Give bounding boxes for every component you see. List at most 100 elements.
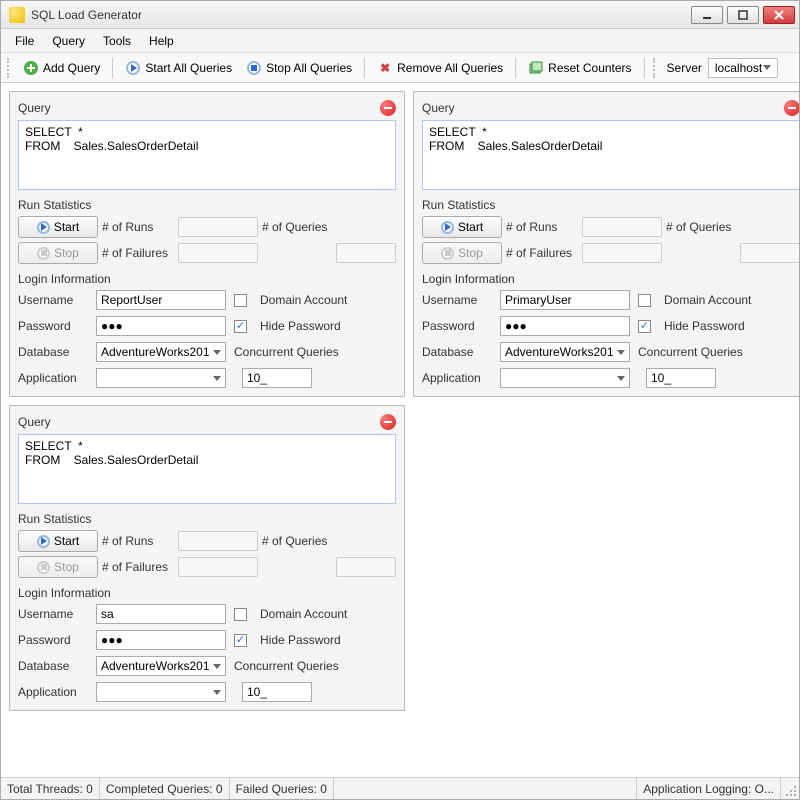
maximize-button[interactable] [727, 6, 759, 24]
concurrent-queries-field[interactable] [646, 368, 716, 388]
stop-button-label: Stop [54, 560, 79, 574]
menu-help[interactable]: Help [149, 34, 174, 48]
menubar: File Query Tools Help [1, 29, 799, 53]
application-label: Application [18, 371, 88, 385]
database-combo[interactable]: AdventureWorks201 [500, 342, 630, 362]
num-queries-readout [336, 557, 396, 577]
status-failed: Failed Queries: 0 [230, 778, 334, 799]
server-value: localhost [715, 61, 762, 75]
status-total-threads: Total Threads: 0 [1, 778, 100, 799]
play-icon [37, 535, 50, 548]
panels-container: Query SELECT * FROM Sales.SalesOrderDeta… [1, 83, 799, 719]
domain-account-checkbox[interactable] [234, 294, 247, 307]
domain-account-checkbox[interactable] [234, 608, 247, 621]
domain-account-checkbox[interactable] [638, 294, 651, 307]
application-combo[interactable] [96, 682, 226, 702]
concurrent-queries-label: Concurrent Queries [638, 345, 743, 359]
application-label: Application [422, 371, 492, 385]
hide-password-label: Hide Password [664, 319, 799, 333]
chevron-down-icon [617, 350, 625, 355]
num-queries-label: # of Queries [262, 220, 332, 234]
stop-icon [37, 561, 50, 574]
stop-all-label: Stop All Queries [266, 61, 352, 75]
application-combo[interactable] [96, 368, 226, 388]
login-information-label: Login Information [422, 272, 799, 286]
add-query-label: Add Query [43, 61, 100, 75]
remove-panel-button[interactable] [380, 414, 396, 430]
query-panel-title: Query [18, 101, 51, 115]
close-button[interactable] [763, 6, 795, 24]
status-completed: Completed Queries: 0 [100, 778, 230, 799]
stop-button[interactable]: Stop [422, 242, 502, 264]
menu-file[interactable]: File [15, 34, 34, 48]
sql-textarea[interactable]: SELECT * FROM Sales.SalesOrderDetail [18, 434, 396, 504]
num-runs-label: # of Runs [506, 220, 578, 234]
reset-icon [528, 60, 544, 76]
password-field[interactable] [96, 630, 226, 650]
server-combo[interactable]: localhost [708, 58, 778, 78]
toolbar-separator [644, 58, 645, 78]
toolbar-separator [112, 58, 113, 78]
concurrent-queries-field[interactable] [242, 682, 312, 702]
minimize-icon [701, 10, 713, 20]
workspace: Query SELECT * FROM Sales.SalesOrderDeta… [1, 83, 799, 777]
num-failures-label: # of Failures [102, 560, 174, 574]
window: SQL Load Generator File Query Tools Help [0, 0, 800, 800]
username-field[interactable] [500, 290, 630, 310]
username-label: Username [422, 293, 492, 307]
application-label: Application [18, 685, 88, 699]
maximize-icon [737, 10, 749, 20]
stop-button[interactable]: Stop [18, 242, 98, 264]
concurrent-queries-field[interactable] [242, 368, 312, 388]
login-information-label: Login Information [18, 272, 396, 286]
stop-all-button[interactable]: Stop All Queries [242, 58, 356, 78]
start-button[interactable]: Start [18, 216, 98, 238]
minus-icon [384, 107, 392, 109]
menu-query[interactable]: Query [52, 34, 85, 48]
reset-counters-button[interactable]: Reset Counters [524, 58, 635, 78]
minimize-button[interactable] [691, 6, 723, 24]
play-icon [441, 221, 454, 234]
remove-panel-button[interactable] [380, 100, 396, 116]
stop-button[interactable]: Stop [18, 556, 98, 578]
resize-grip[interactable] [781, 778, 799, 799]
database-value: AdventureWorks201 [505, 345, 614, 359]
start-all-button[interactable]: Start All Queries [121, 58, 236, 78]
stop-button-label: Stop [54, 246, 79, 260]
password-field[interactable] [500, 316, 630, 336]
password-label: Password [18, 319, 88, 333]
database-combo[interactable]: AdventureWorks201 [96, 656, 226, 676]
chevron-down-icon [213, 664, 221, 669]
username-field[interactable] [96, 604, 226, 624]
add-query-button[interactable]: Add Query [19, 58, 104, 78]
start-button[interactable]: Start [18, 530, 98, 552]
menu-tools[interactable]: Tools [103, 34, 131, 48]
stop-icon [441, 247, 454, 260]
username-field[interactable] [96, 290, 226, 310]
chevron-down-icon [213, 350, 221, 355]
chevron-down-icon [213, 690, 221, 695]
remove-all-button[interactable]: ✖ Remove All Queries [373, 58, 507, 78]
database-combo[interactable]: AdventureWorks201 [96, 342, 226, 362]
num-failures-label: # of Failures [102, 246, 174, 260]
sql-textarea[interactable]: SELECT * FROM Sales.SalesOrderDetail [18, 120, 396, 190]
hide-password-checkbox[interactable] [234, 634, 247, 647]
num-queries-label: # of Queries [262, 534, 332, 548]
login-information-label: Login Information [18, 586, 396, 600]
hide-password-checkbox[interactable] [234, 320, 247, 333]
username-label: Username [18, 293, 88, 307]
hide-password-checkbox[interactable] [638, 320, 651, 333]
num-failures-readout [178, 243, 258, 263]
close-icon [773, 10, 785, 20]
delete-icon: ✖ [377, 60, 393, 76]
sql-textarea[interactable]: SELECT * FROM Sales.SalesOrderDetail [422, 120, 799, 190]
remove-panel-button[interactable] [784, 100, 799, 116]
stop-icon [246, 60, 262, 76]
password-label: Password [422, 319, 492, 333]
num-queries-readout [740, 243, 799, 263]
statusbar: Total Threads: 0 Completed Queries: 0 Fa… [1, 777, 799, 799]
query-panel-title: Query [18, 415, 51, 429]
start-button[interactable]: Start [422, 216, 502, 238]
password-field[interactable] [96, 316, 226, 336]
application-combo[interactable] [500, 368, 630, 388]
